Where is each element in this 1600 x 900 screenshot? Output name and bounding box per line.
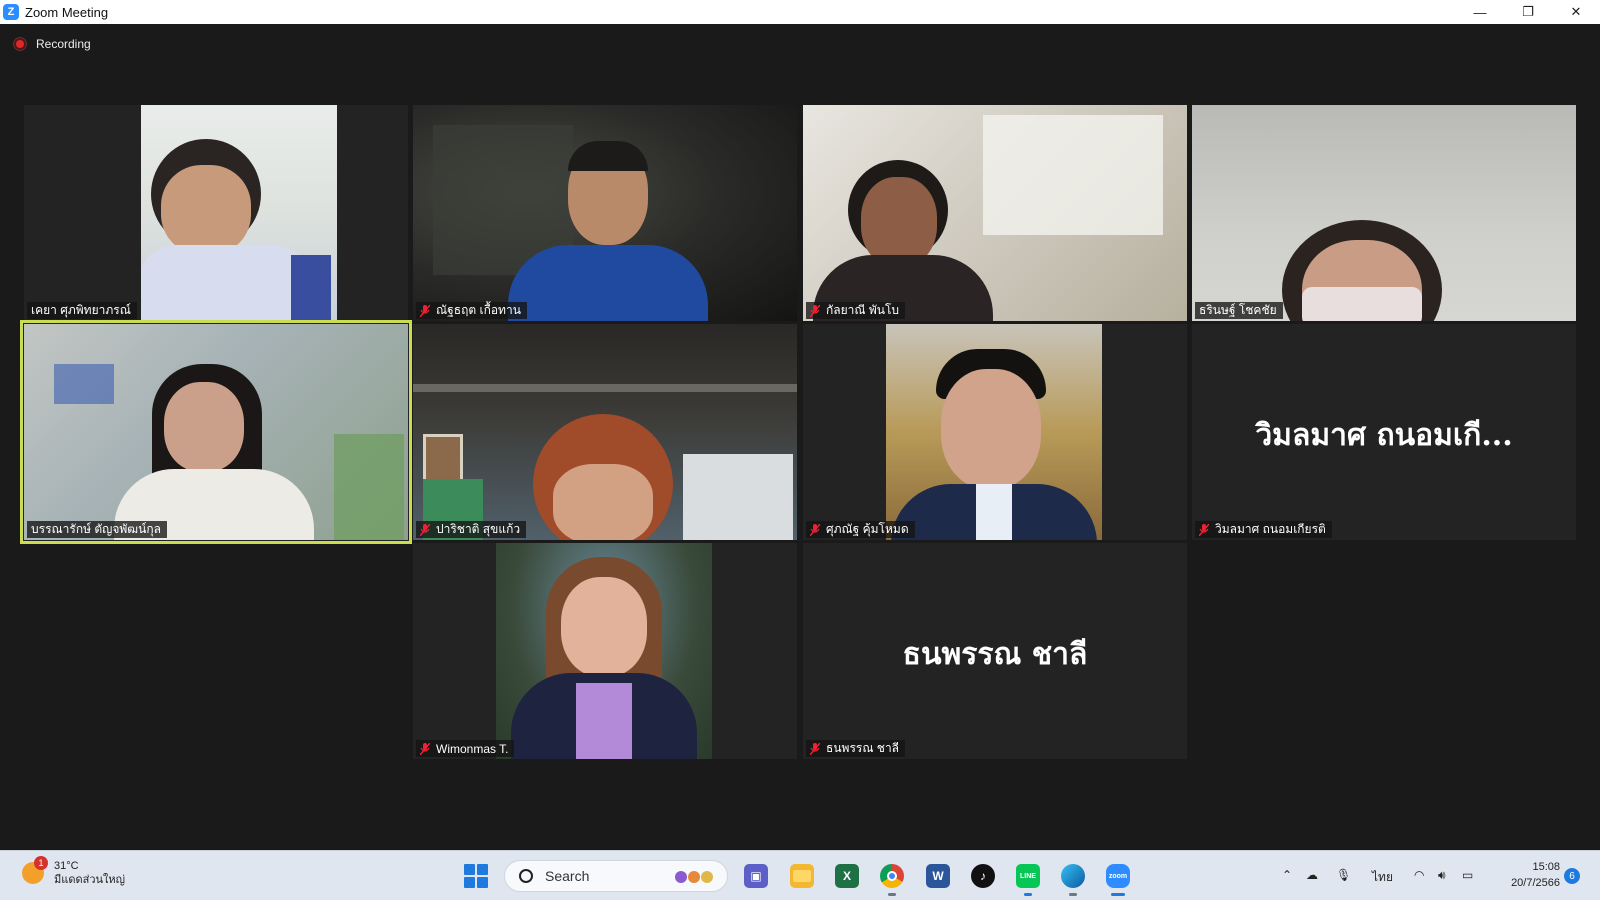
participant-name-label: บรรณารักษ์ ตัญจพัฒน์กุล — [27, 521, 167, 538]
microphone-icon[interactable]: 🎙︎ — [1336, 868, 1351, 882]
notification-badge[interactable]: 6 — [1564, 868, 1580, 884]
participant-name-label: วิมลมาศ ถนอมเกียรติ — [1195, 521, 1332, 538]
participant-name-label: ณัฐธฤต เกื้อทาน — [416, 302, 527, 319]
clock-time: 15:08 — [1532, 861, 1560, 873]
close-button[interactable]: ✕ — [1552, 0, 1600, 24]
onedrive-cloud-icon[interactable]: ☁ — [1306, 868, 1318, 882]
mic-muted-icon — [810, 742, 820, 755]
participant-name-label: Wimonmas T. — [416, 740, 515, 757]
teams-icon[interactable]: ▣ — [744, 864, 768, 888]
mic-muted-icon — [420, 304, 430, 317]
participant-video — [413, 105, 797, 321]
participant-tile[interactable]: กัลยาณี พันโบ — [803, 105, 1187, 321]
participant-tile[interactable]: ธรินษฐ์ โชคชัย — [1192, 105, 1576, 321]
file-explorer-icon[interactable] — [790, 864, 814, 888]
recording-label: Recording — [36, 37, 91, 51]
participant-tile[interactable]: วิมลมาศ ถนอมเกี... วิมลมาศ ถนอมเกียรติ — [1192, 324, 1576, 540]
input-language[interactable]: ไทย — [1372, 868, 1393, 887]
participant-name-label: ปาริชาติ สุขแก้ว — [416, 521, 527, 538]
participant-video — [413, 324, 797, 540]
participant-video — [886, 324, 1102, 540]
recording-dot-icon — [14, 38, 26, 50]
participant-video — [24, 324, 408, 540]
edge-icon[interactable] — [1061, 864, 1085, 896]
taskbar-search[interactable]: Search — [504, 860, 728, 892]
participant-tile[interactable]: ศุภณัฐ คุ้มโหมด — [803, 324, 1187, 540]
weather-widget[interactable]: 1 31°C มีแดดส่วนใหญ่ — [22, 856, 126, 887]
participant-name-label: เคยา ศุภพิทยาภรณ์ — [27, 302, 137, 319]
battery-icon[interactable]: ▭ — [1462, 868, 1473, 882]
chevron-up-icon[interactable]: ⌃ — [1282, 868, 1292, 882]
participant-name-label: ธนพรรณ ชาลี — [806, 740, 906, 757]
participant-video — [803, 105, 1187, 321]
weather-temp: 31°C — [54, 860, 79, 872]
participant-tile-active-speaker[interactable]: บรรณารักษ์ ตัญจพัฒน์กุล — [20, 320, 412, 544]
recording-indicator[interactable]: Recording — [14, 37, 91, 51]
search-icon — [519, 869, 533, 883]
minimize-button[interactable]: — — [1456, 0, 1504, 24]
participant-tile[interactable]: Wimonmas T. — [413, 543, 797, 759]
line-icon[interactable]: LINE — [1016, 864, 1040, 896]
participant-name-label: ศุภณัฐ คุ้มโหมด — [806, 521, 915, 538]
chrome-icon[interactable] — [880, 864, 904, 896]
participant-name-label: กัลยาณี พันโบ — [806, 302, 906, 319]
meeting-gallery: Recording เคยา ศุภพิทยาภรณ์ ณัฐธฤต เกื้อ… — [0, 24, 1600, 850]
participant-video — [496, 543, 712, 759]
clock-date: 20/7/2566 — [1511, 877, 1560, 889]
mic-muted-icon — [810, 304, 820, 317]
participant-tile[interactable]: ธนพรรณ ชาลี ธนพรรณ ชาลี — [803, 543, 1187, 759]
start-button[interactable] — [464, 864, 488, 888]
participant-video — [1192, 105, 1576, 321]
mic-muted-icon — [810, 523, 820, 536]
title-bar: Z Zoom Meeting — ❐ ✕ — [0, 0, 1600, 24]
participant-display-name: วิมลมาศ ถนอมเกี... — [1255, 418, 1513, 453]
window-title: Zoom Meeting — [25, 4, 109, 20]
participant-tile[interactable]: ปาริชาติ สุขแก้ว — [413, 324, 797, 540]
wifi-icon[interactable]: ◠ — [1414, 868, 1424, 882]
weather-condition: มีแดดส่วนใหญ่ — [54, 874, 126, 886]
weather-sun-icon: 1 — [22, 856, 48, 884]
taskbar: 1 31°C มีแดดส่วนใหญ่ Search ▣ X W ♪ LINE… — [0, 850, 1600, 900]
zoom-icon[interactable]: zoom — [1106, 864, 1130, 896]
volume-icon[interactable]: 🔊︎ — [1438, 868, 1446, 883]
participant-video — [141, 105, 337, 321]
participant-display-name: ธนพรรณ ชาลี — [902, 637, 1088, 672]
restore-button[interactable]: ❐ — [1504, 0, 1552, 24]
mic-muted-icon — [420, 742, 430, 755]
mic-muted-icon — [1199, 523, 1209, 536]
window-controls: — ❐ ✕ — [1456, 0, 1600, 24]
participant-tile[interactable]: ณัฐธฤต เกื้อทาน — [413, 105, 797, 321]
participant-name-label: ธรินษฐ์ โชคชัย — [1195, 302, 1283, 319]
search-highlight-icon — [675, 871, 713, 883]
participant-tile[interactable]: เคยา ศุภพิทยาภรณ์ — [24, 105, 408, 321]
zoom-logo-icon: Z — [3, 4, 19, 20]
excel-icon[interactable]: X — [835, 864, 859, 888]
system-clock[interactable]: 15:08 20/7/2566 — [1511, 859, 1560, 891]
search-label: Search — [545, 868, 590, 884]
tiktok-icon[interactable]: ♪ — [971, 864, 995, 888]
windows-logo-icon — [464, 864, 475, 875]
mic-muted-icon — [420, 523, 430, 536]
weather-badge: 1 — [34, 856, 48, 870]
word-icon[interactable]: W — [926, 864, 950, 888]
